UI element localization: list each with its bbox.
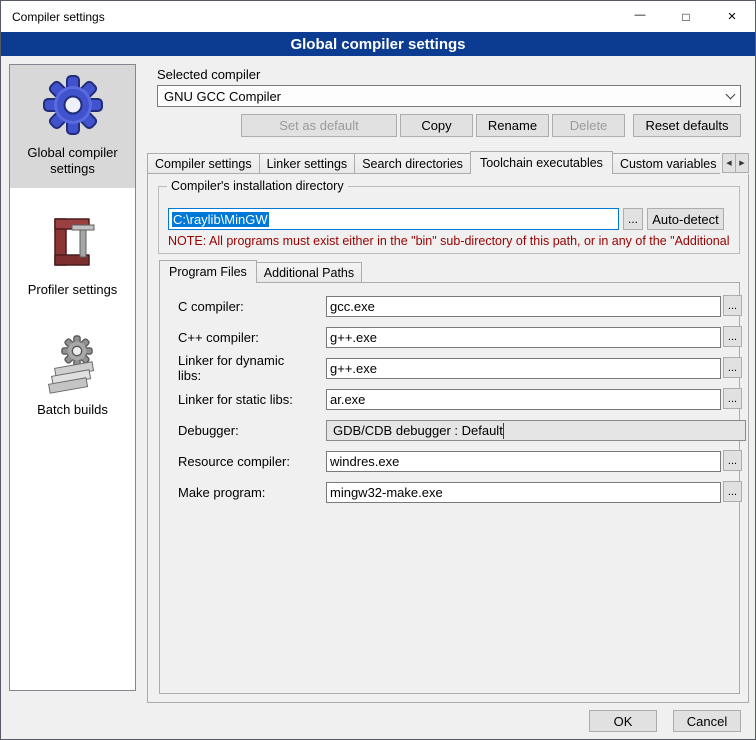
field-value: mingw32-make.exe [330, 485, 443, 500]
sidebar-item-batch-builds[interactable]: Batch builds [10, 322, 135, 428]
set-as-default-button[interactable]: Set as default [241, 114, 397, 137]
reset-defaults-button[interactable]: Reset defaults [633, 114, 741, 137]
field-value: g++.exe [330, 361, 377, 376]
cancel-button[interactable]: Cancel [673, 710, 741, 732]
batch-builds-gear-stack-icon [41, 331, 105, 395]
tab-scroll-right-icon[interactable]: ▶ [735, 153, 749, 173]
settings-tabstrip: Compiler settings Linker settings Search… [147, 151, 749, 174]
field-row-debugger: Debugger: GDB/CDB debugger : Default [178, 419, 739, 441]
delete-button[interactable]: Delete [552, 114, 625, 137]
make-program-input[interactable]: mingw32-make.exe [326, 482, 721, 503]
tab-additional-paths[interactable]: Additional Paths [256, 262, 362, 282]
chevron-down-icon [503, 423, 504, 438]
installation-directory-group-title: Compiler's installation directory [167, 179, 348, 193]
static-linker-input[interactable]: ar.exe [326, 389, 721, 410]
compiler-settings-window: Compiler settings — □ × Global compiler … [0, 0, 756, 740]
field-label: Resource compiler: [178, 454, 308, 469]
compiler-select-value: GNU GCC Compiler [164, 89, 281, 104]
dynamic-linker-input[interactable]: g++.exe [326, 358, 721, 379]
tab-scroll-buttons: ◀ ▶ [720, 153, 749, 174]
auto-detect-button[interactable]: Auto-detect [647, 208, 724, 230]
installation-directory-input[interactable]: C:\raylib\MinGW [168, 208, 619, 230]
cpp-compiler-browse-button[interactable]: ... [723, 326, 742, 347]
minimize-icon: — [635, 9, 646, 21]
selected-compiler-label: Selected compiler [157, 67, 260, 82]
tab-compiler-settings[interactable]: Compiler settings [147, 153, 260, 173]
maximize-icon: □ [682, 10, 689, 24]
make-program-browse-button[interactable]: ... [723, 481, 742, 502]
blue-gear-icon [41, 74, 105, 138]
page-title: Global compiler settings [1, 32, 755, 56]
field-label: Linker for static libs: [178, 392, 308, 407]
field-value: ar.exe [330, 392, 365, 407]
field-label: C++ compiler: [178, 330, 308, 345]
close-button[interactable]: × [709, 1, 755, 32]
field-row-static-linker: Linker for static libs: ar.exe ... [178, 388, 739, 410]
resource-compiler-browse-button[interactable]: ... [723, 450, 742, 471]
minimize-button[interactable]: — [617, 1, 663, 32]
chevron-down-icon [721, 87, 739, 105]
debugger-select[interactable]: GDB/CDB debugger : Default [326, 420, 746, 441]
program-tabs: Program Files Additional Paths [159, 260, 362, 283]
field-label: C compiler: [178, 299, 308, 314]
sidebar-item-label: Profiler settings [28, 282, 118, 298]
copy-button[interactable]: Copy [400, 114, 473, 137]
c-compiler-input[interactable]: gcc.exe [326, 296, 721, 317]
settings-tabs: Compiler settings Linker settings Search… [147, 151, 749, 174]
compiler-actions: Set as default Copy Rename Delete Reset … [157, 114, 741, 137]
field-value: windres.exe [330, 454, 399, 469]
field-label: Linker for dynamic libs: [178, 353, 308, 383]
static-linker-browse-button[interactable]: ... [723, 388, 742, 409]
titlebar: Compiler settings — □ × [1, 1, 755, 32]
tab-toolchain-executables[interactable]: Toolchain executables [470, 151, 613, 174]
tab-scroll-left-icon[interactable]: ◀ [722, 153, 736, 173]
installation-directory-row: C:\raylib\MinGW ... Auto-detect [168, 208, 724, 230]
sidebar-item-profiler-settings[interactable]: Profiler settings [10, 202, 135, 308]
window-controls: — □ × [617, 1, 755, 32]
resource-compiler-input[interactable]: windres.exe [326, 451, 721, 472]
installation-directory-value: C:\raylib\MinGW [172, 212, 269, 227]
maximize-button[interactable]: □ [663, 1, 709, 32]
field-label: Debugger: [178, 423, 308, 438]
window-title: Compiler settings [12, 10, 105, 24]
tab-linker-settings[interactable]: Linker settings [259, 153, 356, 173]
toolchain-executables-panel: Compiler's installation directory C:\ray… [147, 173, 749, 703]
installation-directory-browse-button[interactable]: ... [623, 208, 643, 230]
sidebar-item-label: Global compiler settings [14, 145, 131, 178]
dynamic-linker-browse-button[interactable]: ... [723, 357, 742, 378]
bin-subdirectory-note: NOTE: All programs must exist either in … [168, 234, 737, 248]
rename-button[interactable]: Rename [476, 114, 549, 137]
cpp-compiler-input[interactable]: g++.exe [326, 327, 721, 348]
ok-button[interactable]: OK [589, 710, 657, 732]
tab-custom-variables[interactable]: Custom variables [612, 153, 725, 173]
settings-category-list: Global compiler settings Profiler settin… [9, 64, 136, 691]
field-row-dynamic-linker: Linker for dynamic libs: g++.exe ... [178, 357, 739, 379]
profiler-clamp-icon [41, 211, 105, 275]
compiler-select[interactable]: GNU GCC Compiler [157, 85, 741, 107]
debugger-select-value: GDB/CDB debugger : Default [333, 423, 503, 438]
field-row-cpp-compiler: C++ compiler: g++.exe ... [178, 326, 739, 348]
field-value: g++.exe [330, 330, 377, 345]
field-row-resource-compiler: Resource compiler: windres.exe ... [178, 450, 739, 472]
sidebar-item-global-compiler-settings[interactable]: Global compiler settings [10, 65, 135, 188]
tab-search-directories[interactable]: Search directories [354, 153, 471, 173]
sidebar-item-label: Batch builds [37, 402, 108, 418]
c-compiler-browse-button[interactable]: ... [723, 295, 742, 316]
tab-program-files[interactable]: Program Files [159, 260, 257, 283]
installation-directory-group: Compiler's installation directory C:\ray… [158, 186, 740, 254]
field-label: Make program: [178, 485, 308, 500]
field-value: gcc.exe [330, 299, 375, 314]
close-icon: × [728, 8, 737, 25]
field-row-make-program: Make program: mingw32-make.exe ... [178, 481, 739, 503]
field-row-c-compiler: C compiler: gcc.exe ... [178, 295, 739, 317]
program-files-panel: C compiler: gcc.exe ... C++ compiler: g+… [159, 282, 740, 694]
